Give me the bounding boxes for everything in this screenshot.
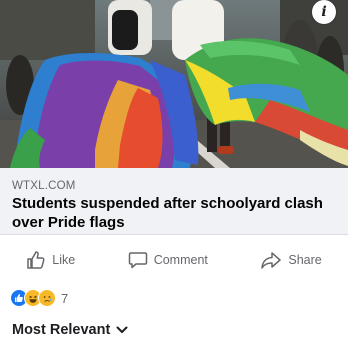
article-photo[interactable]: i bbox=[0, 0, 348, 168]
like-label: Like bbox=[52, 253, 76, 267]
comment-label: Comment bbox=[153, 253, 208, 267]
chevron-down-icon bbox=[116, 326, 128, 333]
link-preview-card[interactable]: WTXL.COM Students suspended after school… bbox=[0, 168, 348, 235]
comment-button[interactable]: Comment bbox=[128, 250, 208, 270]
comment-sort-label: Most Relevant bbox=[12, 322, 111, 338]
comment-sort-dropdown[interactable]: Most Relevant bbox=[12, 322, 128, 338]
reactions-summary[interactable]: 7 bbox=[10, 289, 68, 307]
sad-icon bbox=[38, 289, 56, 307]
link-domain: WTXL.COM bbox=[12, 180, 76, 192]
share-label: Share bbox=[288, 253, 322, 267]
pride-flags-photo bbox=[0, 0, 348, 168]
reaction-count: 7 bbox=[61, 290, 69, 306]
like-button[interactable]: Like bbox=[26, 250, 75, 270]
comment-icon bbox=[128, 252, 147, 269]
thumbs-up-icon bbox=[27, 251, 45, 269]
link-headline[interactable]: Students suspended after schoolyard clas… bbox=[12, 194, 338, 232]
post-actions-bar: Like Comment Share bbox=[0, 240, 348, 280]
info-icon[interactable]: i bbox=[312, 0, 336, 24]
share-arrow-icon bbox=[261, 252, 282, 269]
share-button[interactable]: Share bbox=[260, 250, 322, 270]
